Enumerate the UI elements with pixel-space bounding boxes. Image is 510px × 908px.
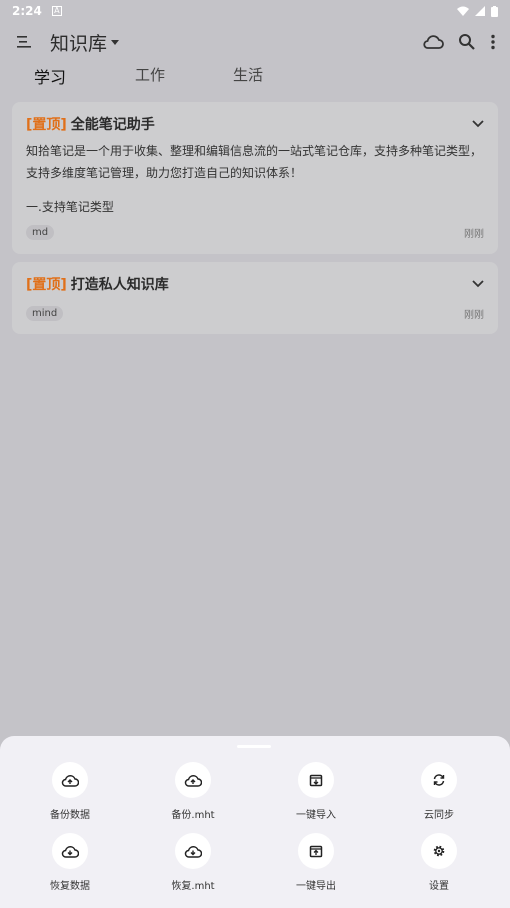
export-icon: [298, 833, 334, 869]
note-card[interactable]: [置顶] 打造私人知识库 mind 刚刚: [12, 262, 498, 334]
grid-label: 恢复数据: [50, 881, 90, 892]
signal-icon: [475, 6, 485, 16]
grid-label: 备份.mht: [171, 810, 215, 821]
battery-icon: [491, 5, 498, 17]
tab-work[interactable]: 工作: [135, 64, 165, 85]
card-title: 打造私人知识库: [70, 277, 169, 293]
backup-mht-button[interactable]: 备份.mht: [143, 762, 243, 821]
search-icon[interactable]: [458, 33, 476, 51]
gear-icon: [421, 833, 457, 869]
cloud-download-icon: [52, 833, 88, 869]
backup-data-button[interactable]: 备份数据: [20, 762, 120, 821]
grid-label: 一键导出: [296, 881, 336, 892]
cloud-upload-icon: [52, 762, 88, 798]
app-bar-actions: [422, 33, 496, 51]
settings-button[interactable]: 设置: [389, 833, 489, 892]
restore-data-button[interactable]: 恢复数据: [20, 833, 120, 892]
card-footer: mind 刚刚: [26, 306, 484, 321]
cloud-sync-button[interactable]: 云同步: [389, 762, 489, 821]
cloud-icon[interactable]: [422, 34, 444, 50]
grid-label: 云同步: [424, 810, 454, 821]
notification-a-icon: A: [51, 6, 62, 16]
note-card[interactable]: [置顶] 全能笔记助手 知拾笔记是一个用于收集、整理和编辑信息流的一站式笔记仓库…: [12, 102, 498, 254]
restore-mht-button[interactable]: 恢复.mht: [143, 833, 243, 892]
more-vertical-icon[interactable]: [490, 34, 496, 50]
menu-icon[interactable]: [14, 32, 34, 52]
note-type-tag: mind: [26, 306, 64, 321]
tab-bar: 学习 工作 生活: [0, 62, 510, 88]
status-time: 2:24: [12, 4, 42, 18]
import-button[interactable]: 一键导入: [266, 762, 366, 821]
wifi-icon: [457, 6, 469, 16]
chevron-down-icon[interactable]: [472, 276, 484, 292]
card-title: 全能笔记助手: [70, 117, 155, 133]
chevron-down-icon[interactable]: [472, 116, 484, 132]
card-title-row: [置顶] 全能笔记助手: [26, 114, 484, 134]
card-title-row: [置顶] 打造私人知识库: [26, 274, 484, 294]
sync-icon: [421, 762, 457, 798]
grid-label: 恢复.mht: [171, 881, 215, 892]
pin-label: [置顶]: [26, 277, 67, 293]
cloud-upload-icon: [175, 762, 211, 798]
status-right-icons: [457, 5, 498, 17]
cloud-download-icon: [175, 833, 211, 869]
page-title[interactable]: 知识库: [50, 29, 107, 56]
sheet-drag-handle[interactable]: [237, 745, 271, 748]
tab-study[interactable]: 学习: [34, 64, 66, 88]
note-type-tag: md: [26, 225, 55, 240]
card-footer: md 刚刚: [26, 225, 484, 240]
grid-label: 设置: [429, 881, 449, 892]
export-button[interactable]: 一键导出: [266, 833, 366, 892]
card-section: 一.支持笔记类型: [26, 200, 114, 214]
note-time: 刚刚: [464, 310, 484, 321]
note-time: 刚刚: [464, 229, 484, 240]
tab-life[interactable]: 生活: [233, 64, 263, 85]
status-bar: 2:24 A: [0, 0, 510, 22]
bottom-sheet: 备份数据 备份.mht 一键导入 云同步 恢复数据 恢复.mht 一键导出 设置: [0, 736, 510, 908]
grid-label: 一键导入: [296, 810, 336, 821]
card-body: 知拾笔记是一个用于收集、整理和编辑信息流的一站式笔记仓库，支持多种笔记类型，支持…: [26, 144, 483, 180]
pin-label: [置顶]: [26, 117, 67, 133]
caret-down-icon[interactable]: [111, 39, 120, 45]
import-icon: [298, 762, 334, 798]
app-bar: 知识库: [0, 22, 510, 62]
grid-label: 备份数据: [50, 810, 90, 821]
